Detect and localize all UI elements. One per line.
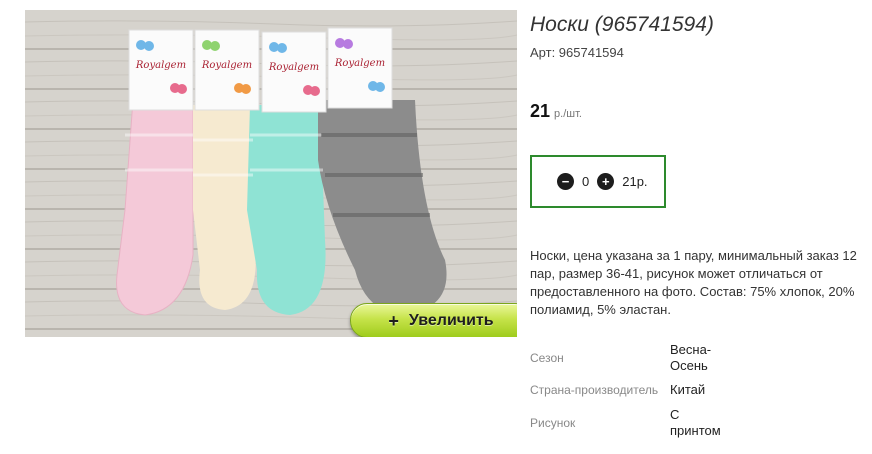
attribute-value: С принтом [670, 407, 721, 438]
minus-icon[interactable]: − [557, 173, 574, 190]
quantity-stepper: − 0 + 21р. [530, 155, 666, 208]
zoom-button-label: Увеличить [408, 311, 494, 329]
cart-total: 21р. [622, 174, 648, 189]
product-image[interactable]: Royalgem Royalgem Royalgem Royalgem + Ув… [25, 10, 517, 337]
price: 21 р./шт. [530, 101, 582, 122]
brand-logo-text: Royalgem [135, 60, 186, 71]
attribute-value: Китай [670, 382, 706, 397]
attribute-key: Рисунок [530, 416, 576, 430]
svg-text:Royalgem: Royalgem [268, 62, 319, 73]
attribute-row: Сезон Весна-Осень [530, 340, 730, 376]
price-amount: 21 [530, 101, 551, 121]
product-sku: Арт: 965741594 [530, 45, 624, 60]
svg-text:Royalgem: Royalgem [201, 60, 252, 71]
product-description: Носки, цена указана за 1 пару, минимальн… [530, 248, 857, 317]
attribute-row: Страна-производитель Китай [530, 376, 730, 404]
socks-illustration: Royalgem Royalgem Royalgem Royalgem [25, 10, 517, 337]
attribute-key: Сезон [530, 351, 564, 365]
quantity-value: 0 [582, 174, 590, 189]
zoom-button[interactable]: + Увеличить [350, 303, 517, 337]
attributes-table: Сезон Весна-Осень Страна-производитель К… [530, 340, 730, 442]
attribute-key: Страна-производитель [530, 383, 659, 397]
svg-text:Royalgem: Royalgem [334, 58, 385, 69]
plus-icon[interactable]: + [597, 173, 615, 190]
product-title: Носки (965741594) [530, 13, 714, 36]
plus-icon: + [388, 310, 399, 331]
attribute-row: Рисунок С принтом [530, 404, 730, 442]
price-unit: р./шт. [554, 108, 582, 120]
attribute-value: Весна-Осень [670, 342, 712, 373]
